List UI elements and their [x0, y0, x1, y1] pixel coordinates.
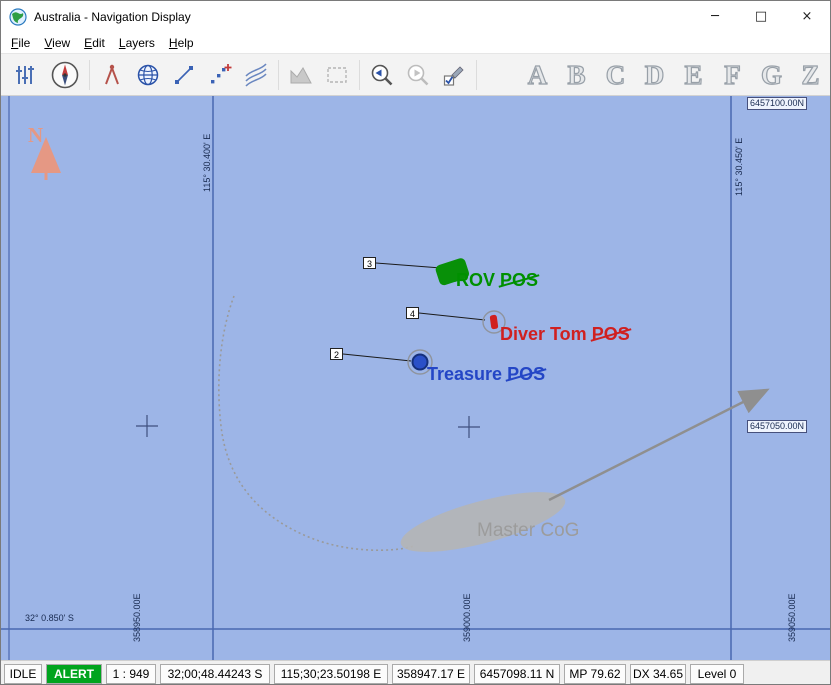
- northing-label-1: 6457100.00N: [747, 97, 807, 110]
- leader-line: [419, 313, 485, 320]
- selection-box-icon: [324, 62, 350, 88]
- status-northing: 6457098.11 N: [474, 664, 560, 684]
- status-scale: 1 : 949: [106, 664, 156, 684]
- profile-chart-icon: [288, 62, 314, 88]
- toolbar-separator: [359, 60, 360, 90]
- menu-bar: File View Edit Layers Help: [1, 32, 830, 53]
- add-waypoint-button[interactable]: [202, 57, 238, 93]
- toolbar-separator: [278, 60, 279, 90]
- toolbar: A B C D E F G Z: [1, 53, 830, 96]
- window-title: Australia - Navigation Display: [34, 10, 191, 24]
- globe-button[interactable]: [130, 57, 166, 93]
- status-mp: MP 79.62: [564, 664, 626, 684]
- leader-line: [376, 263, 441, 268]
- selection-box-button[interactable]: [319, 57, 355, 93]
- status-level: Level 0: [690, 664, 744, 684]
- status-mode: IDLE: [4, 664, 42, 684]
- app-window: Australia - Navigation Display ─ □ × Fil…: [0, 0, 831, 685]
- easting-label-3: 359050.00E: [787, 593, 797, 642]
- view-button-b[interactable]: B: [560, 57, 593, 93]
- menu-layers[interactable]: Layers: [112, 34, 162, 52]
- toolbar-separator: [89, 60, 90, 90]
- measure-line-button[interactable]: [166, 57, 202, 93]
- app-globe-icon: [9, 8, 27, 26]
- navigation-map[interactable]: N: [1, 96, 831, 660]
- status-bar: IDLE ALERT 1 : 949 32;00;48.44243 S 115;…: [1, 660, 830, 685]
- profile-chart-button[interactable]: [283, 57, 319, 93]
- parallel-label: 32° 0.850' S: [25, 613, 74, 623]
- rov-label-name: ROV: [456, 270, 495, 290]
- diver-label: Diver TomPOS: [500, 324, 630, 345]
- title-bar: Australia - Navigation Display ─ □ ×: [1, 1, 830, 32]
- target-id-box[interactable]: 2: [330, 348, 343, 360]
- compass-button[interactable]: [45, 57, 85, 93]
- menu-file[interactable]: File: [4, 34, 37, 52]
- easting-label-1: 358950.00E: [132, 593, 142, 642]
- diver-label-suffix: POS: [592, 324, 630, 345]
- view-button-e[interactable]: E: [677, 57, 710, 93]
- status-latitude: 32;00;48.44243 S: [160, 664, 270, 684]
- status-dx: DX 34.65: [630, 664, 686, 684]
- treasure-label-name: Treasure: [427, 364, 502, 384]
- treasure-label: TreasurePOS: [427, 364, 545, 385]
- close-button[interactable]: ×: [784, 1, 830, 32]
- view-button-z[interactable]: Z: [794, 57, 827, 93]
- window-controls: ─ □ ×: [692, 1, 830, 32]
- menu-view[interactable]: View: [37, 34, 77, 52]
- view-button-g[interactable]: G: [755, 57, 788, 93]
- status-longitude: 115;30;23.50198 E: [274, 664, 388, 684]
- view-button-d[interactable]: D: [638, 57, 671, 93]
- pencil-checkbox-icon: [441, 62, 467, 88]
- measure-line-icon: [171, 62, 197, 88]
- compass-icon: [50, 60, 80, 90]
- zoom-previous-icon: [369, 62, 395, 88]
- target-id-box[interactable]: 4: [406, 307, 419, 319]
- zoom-next-icon: [405, 62, 431, 88]
- north-label: N: [28, 123, 43, 147]
- view-preset-buttons: A B C D E F G Z: [521, 57, 831, 93]
- isolines-button[interactable]: [238, 57, 274, 93]
- grid-cross: [458, 416, 480, 438]
- easting-label-2: 359000.00E: [462, 593, 472, 642]
- northing-label-2: 6457050.00N: [747, 420, 807, 433]
- diver-label-name: Diver Tom: [500, 324, 587, 344]
- toolbar-separator: [476, 60, 477, 90]
- minimize-button[interactable]: ─: [692, 1, 738, 32]
- leader-line: [343, 354, 411, 361]
- parallel-lines-icon: [243, 62, 269, 88]
- edit-options-button[interactable]: [436, 57, 472, 93]
- add-points-icon: [207, 62, 233, 88]
- rov-label-suffix: POS: [500, 270, 538, 291]
- maximize-button[interactable]: □: [738, 1, 784, 32]
- treasure-label-suffix: POS: [507, 364, 545, 385]
- zoom-previous-button[interactable]: [364, 57, 400, 93]
- meridian-label-1: 115° 30.400' E: [202, 134, 212, 192]
- map-overlay: N: [1, 96, 831, 660]
- grid-cross: [136, 415, 158, 437]
- rov-label: ROVPOS: [456, 270, 538, 291]
- zoom-next-button[interactable]: [400, 57, 436, 93]
- menu-edit[interactable]: Edit: [77, 34, 112, 52]
- menu-help[interactable]: Help: [162, 34, 201, 52]
- vessel-cog-label: Master CoG: [477, 520, 579, 542]
- view-button-f[interactable]: F: [716, 57, 749, 93]
- view-button-c[interactable]: C: [599, 57, 632, 93]
- status-alert[interactable]: ALERT: [46, 664, 102, 684]
- sliders-icon: [12, 62, 38, 88]
- status-easting: 358947.17 E: [392, 664, 470, 684]
- north-arrow: N: [28, 123, 46, 180]
- target-id-box[interactable]: 3: [363, 257, 376, 269]
- dividers-icon: [99, 62, 125, 88]
- view-button-a[interactable]: A: [521, 57, 554, 93]
- globe-icon: [135, 62, 161, 88]
- dividers-button[interactable]: [94, 57, 130, 93]
- track-history: [219, 296, 414, 550]
- display-settings-button[interactable]: [5, 57, 45, 93]
- meridian-label-2: 115° 30.450' E: [734, 138, 744, 196]
